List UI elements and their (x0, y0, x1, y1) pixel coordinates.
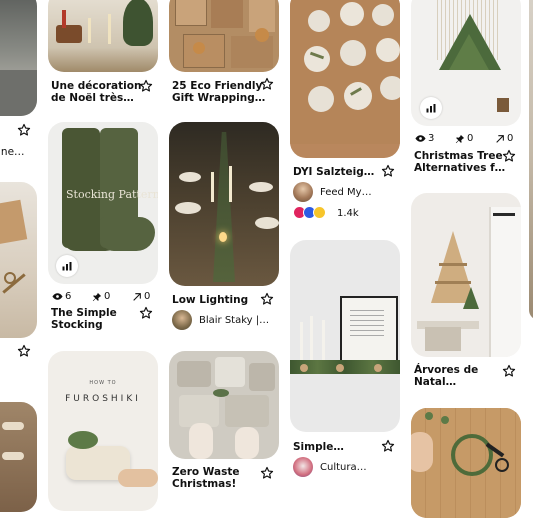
pin-image-furoshiki[interactable]: HOW TO FUROSHIKI (48, 351, 158, 511)
pin-icon (455, 134, 465, 143)
pin-title: The Simple Stocking (51, 307, 117, 331)
pin-title: Christmas Tree Alternatives f… (414, 150, 506, 174)
eye-icon (415, 135, 426, 142)
saves-stat: 0 (455, 133, 473, 144)
avatar[interactable] (293, 182, 313, 202)
shares-stat: 0 (495, 133, 513, 144)
pin-title: Árvores de Natal… (414, 364, 479, 388)
pin-image-left-bottom[interactable] (0, 402, 37, 512)
pin-title: Low Lighting (172, 294, 249, 306)
star-icon[interactable] (502, 149, 516, 163)
saves-stat: 0 (92, 291, 110, 302)
pin-author[interactable]: Feed My… (320, 187, 372, 198)
stats-icon[interactable] (420, 97, 442, 119)
star-icon[interactable] (260, 466, 274, 480)
shares-stat: 0 (132, 291, 150, 302)
pin-title: 25 Eco Friendly Gift Wrapping… (172, 80, 266, 104)
pin-image-arvores[interactable] (411, 193, 521, 357)
share-arrow-icon (496, 134, 504, 143)
stocking-image-text: Stocking Pattern (66, 188, 158, 201)
laugh-reaction-icon (313, 206, 326, 219)
pin-icon (92, 292, 102, 301)
pin-image-left-top[interactable] (0, 0, 37, 116)
avatar[interactable] (293, 457, 313, 477)
star-icon[interactable] (381, 439, 395, 453)
pin-image-left-mid[interactable] (0, 182, 37, 338)
eye-icon (52, 293, 63, 300)
star-icon[interactable] (381, 164, 395, 178)
reaction-count: 1.4k (337, 208, 359, 219)
avatar[interactable] (172, 310, 192, 330)
pin-title: Zero Waste Christmas! (172, 466, 240, 490)
stats-icon[interactable] (56, 255, 78, 277)
pin-image-zerowaste[interactable] (169, 351, 279, 459)
pin-title: DYI Salzteig… (293, 166, 375, 178)
star-icon[interactable] (139, 79, 153, 93)
reactions (293, 206, 333, 219)
furoshiki-small-text: HOW TO (89, 380, 117, 386)
star-icon[interactable] (502, 364, 516, 378)
pin-image-eco[interactable] (169, 0, 279, 72)
star-icon[interactable] (17, 123, 31, 137)
pin-caption: ine… (0, 146, 25, 158)
views-stat: 6 (52, 291, 71, 302)
star-icon[interactable] (260, 292, 274, 306)
share-arrow-icon (133, 292, 141, 301)
pin-image-simple[interactable] (290, 240, 400, 432)
pin-author[interactable]: Blair Staky |… (199, 315, 269, 326)
pin-image-salzteig[interactable] (290, 0, 400, 158)
pin-title: Simple… (293, 441, 344, 453)
views-stat: 3 (415, 133, 434, 144)
pin-image-right-edge[interactable] (529, 0, 533, 320)
pin-image-lighting[interactable] (169, 122, 279, 286)
pin-author[interactable]: Cultura… (320, 462, 367, 473)
pin-image-noel[interactable] (48, 0, 158, 72)
pin-image-wreath[interactable] (411, 408, 521, 518)
star-icon[interactable] (260, 77, 274, 91)
furoshiki-big-text: FUROSHIKI (65, 394, 141, 404)
pin-title: Une décoration de Noël très… (51, 80, 142, 104)
star-icon[interactable] (139, 306, 153, 320)
star-icon[interactable] (17, 344, 31, 358)
